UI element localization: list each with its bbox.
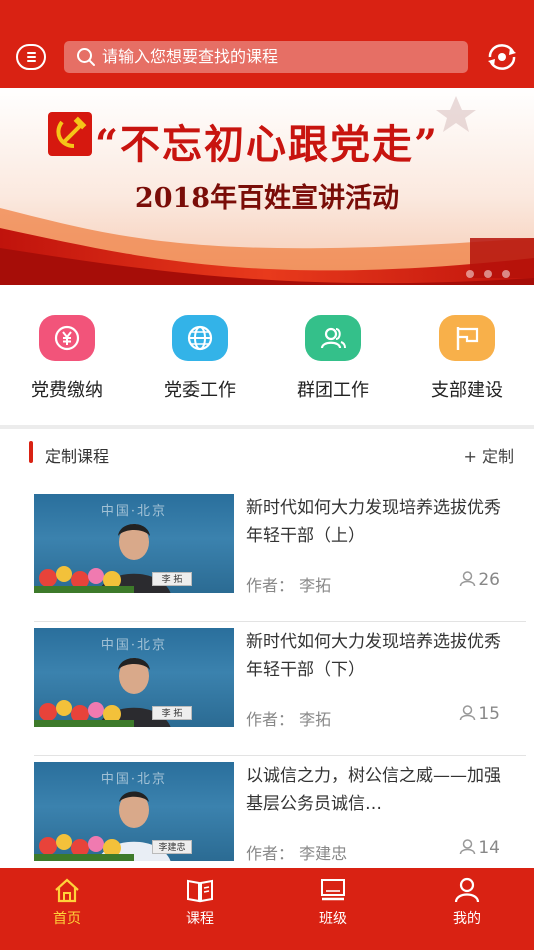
section-title: 定制课程	[45, 447, 110, 466]
tab-label: 班级	[319, 911, 347, 927]
name-plate: 李 拓	[152, 572, 192, 586]
tab-class[interactable]: 班级	[266, 874, 400, 944]
flowers-image	[34, 834, 134, 861]
learner-count: 14	[459, 838, 500, 858]
tab-courses[interactable]: 课程	[133, 874, 267, 944]
course-item[interactable]: 中国·北京 李 拓 新时代如何大力发现培养选拔优秀年轻干部（上） 作者： 李拓 …	[34, 494, 526, 622]
name-plate: 李建忠	[152, 840, 192, 854]
search-placeholder: 请输入您想要查找的课程	[102, 47, 279, 66]
book-icon	[187, 879, 213, 903]
quick-item-party-fee[interactable]: 党费缴纳	[0, 315, 134, 415]
tab-mine[interactable]: 我的	[400, 874, 534, 944]
quick-label: 支部建设	[431, 380, 503, 401]
person-icon	[460, 571, 476, 587]
quick-label: 党费缴纳	[31, 380, 103, 401]
monitor-icon	[321, 879, 345, 901]
learner-count-value: 26	[478, 570, 500, 590]
tab-label: 课程	[186, 911, 214, 927]
course-thumbnail: 中国·北京 李 拓	[34, 628, 234, 727]
quick-label: 党委工作	[164, 380, 236, 401]
flag-icon	[439, 315, 495, 361]
course-author: 作者： 李建忠	[246, 844, 348, 863]
carousel-dot[interactable]	[466, 270, 474, 278]
learner-count: 15	[459, 704, 500, 724]
search-icon	[77, 48, 95, 66]
banner-subtitle: 2018年百姓宣讲活动	[134, 183, 400, 214]
group-icon	[305, 315, 361, 361]
carousel-dot[interactable]	[502, 270, 510, 278]
course-item[interactable]: 中国·北京 李 拓 新时代如何大力发现培养选拔优秀年轻干部（下） 作者： 李拓 …	[34, 628, 526, 756]
course-title: 以诚信之力，树公信之威——加强基层公务员诚信…	[246, 766, 501, 814]
menu-icon[interactable]	[16, 44, 46, 70]
carousel-dot[interactable]	[484, 270, 492, 278]
name-plate: 李 拓	[152, 706, 192, 720]
home-icon	[55, 878, 79, 903]
customize-button[interactable]: + 定制	[464, 443, 515, 467]
tab-label: 首页	[53, 911, 81, 927]
learner-count: 26	[459, 570, 500, 590]
quick-menu: 党费缴纳 党委工作 群团工作 支部建设	[0, 285, 534, 425]
person-icon	[460, 705, 476, 721]
course-title: 新时代如何大力发现培养选拔优秀年轻干部（上）	[246, 498, 501, 546]
globe-icon	[172, 315, 228, 361]
course-author: 作者： 李拓	[246, 576, 332, 595]
course-thumbnail: 中国·北京 李建忠	[34, 762, 234, 861]
user-icon	[454, 877, 480, 903]
tab-home[interactable]: 首页	[0, 874, 134, 944]
search-input[interactable]: 请输入您想要查找的课程	[64, 41, 468, 73]
course-author: 作者： 李拓	[246, 710, 332, 729]
top-bar: 请输入您想要查找的课程	[0, 0, 534, 88]
person-icon	[460, 839, 476, 855]
bottom-tab-bar: 首页 课程 班级 我的	[0, 868, 534, 950]
quick-label: 群团工作	[297, 380, 369, 401]
tab-label: 我的	[453, 911, 481, 927]
learner-count-value: 15	[478, 704, 500, 724]
flowers-image	[34, 700, 134, 727]
quick-item-mass-org[interactable]: 群团工作	[266, 315, 400, 415]
flowers-image	[34, 566, 134, 593]
quick-item-branch[interactable]: 支部建设	[400, 315, 534, 415]
learner-count-value: 14	[478, 838, 500, 858]
banner-title: “不忘初心跟党走”	[94, 121, 439, 168]
section-marker	[29, 441, 33, 463]
yuan-exchange-icon	[39, 315, 95, 361]
section-divider	[0, 425, 534, 429]
promo-banner[interactable]: “不忘初心跟党走” 2018年百姓宣讲活动	[0, 88, 534, 285]
quick-item-party-committee[interactable]: 党委工作	[133, 315, 267, 415]
course-thumbnail: 中国·北京 李 拓	[34, 494, 234, 593]
course-title: 新时代如何大力发现培养选拔优秀年轻干部（下）	[246, 632, 501, 680]
refresh-icon[interactable]	[486, 42, 518, 72]
